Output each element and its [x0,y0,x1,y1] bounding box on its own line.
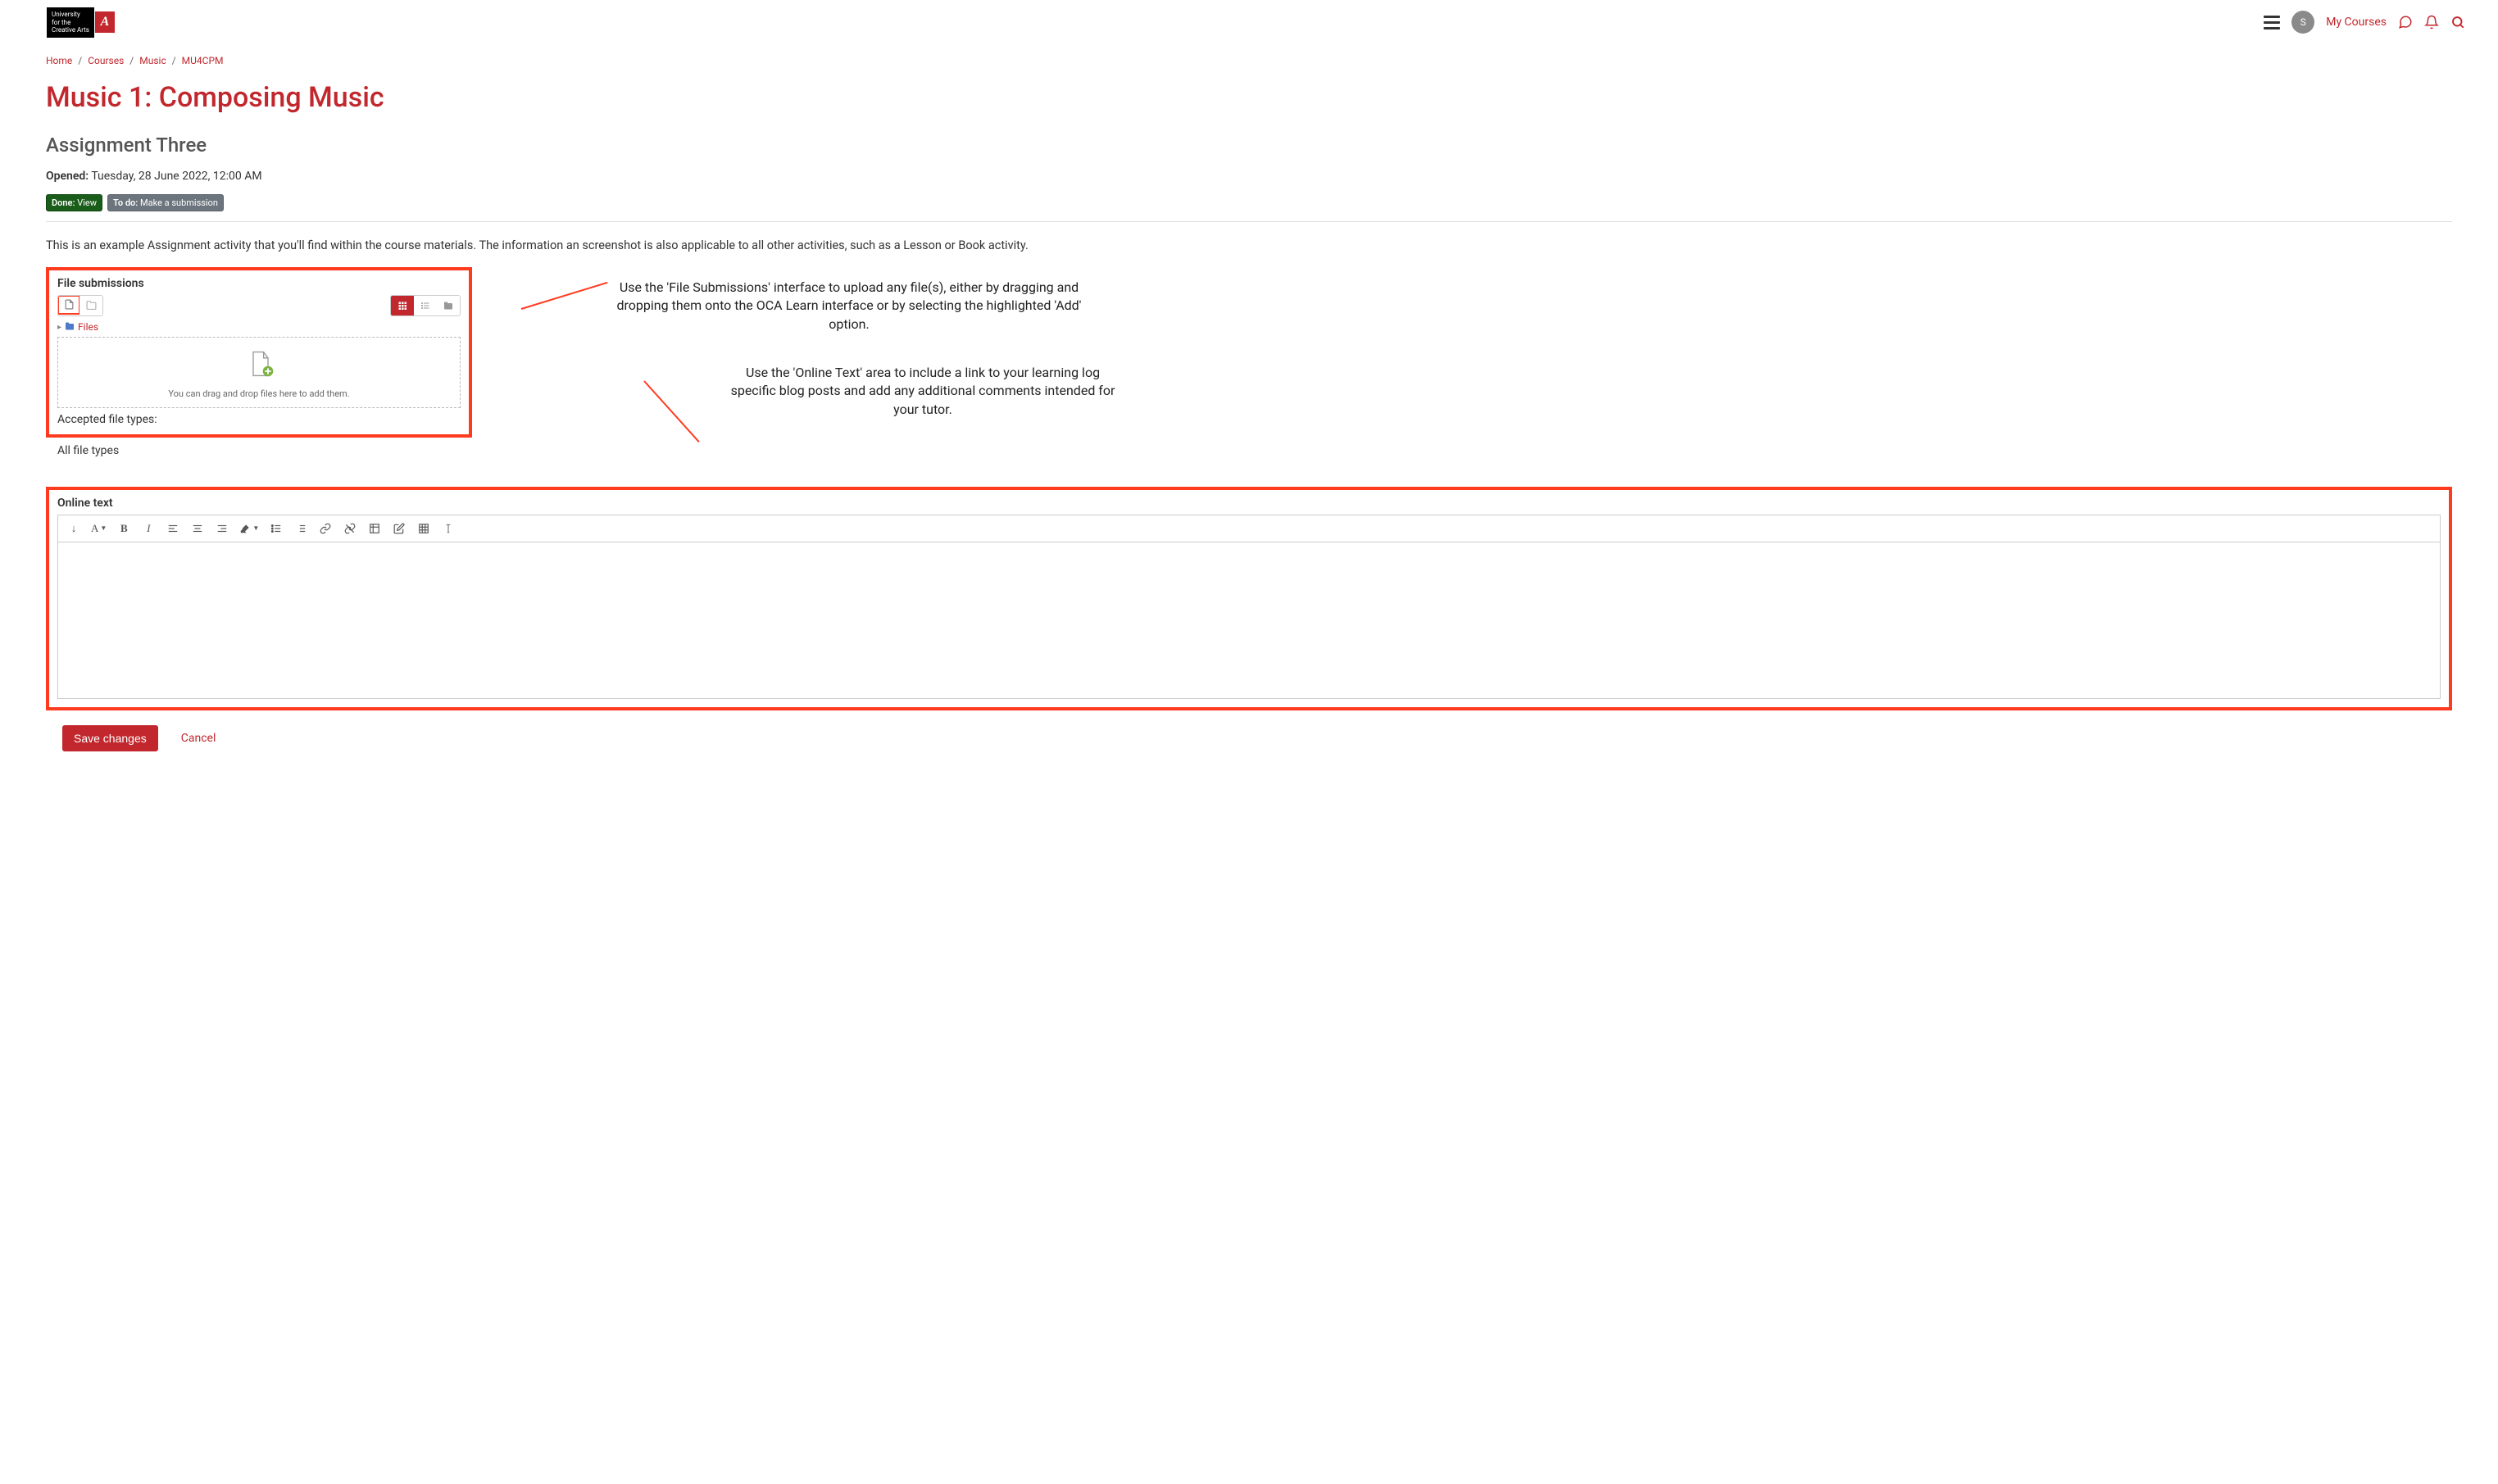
list-view-button[interactable] [414,296,437,315]
file-drop-zone[interactable]: You can drag and drop files here to add … [57,337,461,408]
chat-icon[interactable] [2398,15,2413,29]
file-submissions-label: File submissions [57,277,461,290]
bell-icon[interactable] [2424,15,2439,29]
all-file-types: All file types [57,444,2452,457]
files-root-link[interactable]: Files [78,321,98,333]
online-text-panel: Online text ↓ A▼ B I ▼ [46,487,2452,710]
text-editor: ↓ A▼ B I ▼ [57,515,2441,699]
table-icon[interactable] [413,520,434,538]
page-title: Music 1: Composing Music [46,81,2452,114]
logo-badge: A [95,11,115,33]
create-folder-button[interactable] [79,296,102,315]
unlink-icon[interactable] [339,520,361,538]
annotation-arrow [521,282,608,310]
menu-icon[interactable] [2264,16,2280,29]
search-icon[interactable] [2450,15,2465,29]
breadcrumb-item[interactable]: Music [139,55,166,66]
avatar[interactable]: S [2291,11,2314,34]
files-tree: ▸ Files [57,321,461,334]
annotation-file-submissions: Use the 'File Submissions' interface to … [529,279,1087,334]
upload-file-icon [246,349,272,375]
done-badge: Done: View [46,194,102,211]
my-courses-link[interactable]: My Courses [2326,16,2387,29]
breadcrumb: Home / Courses / Music / MU4CPM [46,55,2452,66]
align-center-icon[interactable] [187,520,208,538]
tree-view-button[interactable] [437,296,460,315]
breadcrumb-item[interactable]: Courses [88,55,124,66]
opened-info: Opened: Tuesday, 28 June 2022, 12:00 AM [46,170,2452,183]
assignment-description: This is an example Assignment activity t… [46,238,2452,252]
align-left-icon[interactable] [162,520,184,538]
todo-badge: To do: Make a submission [107,194,224,211]
divider [46,221,2452,222]
italic-icon[interactable]: I [138,520,159,538]
annotation-online-text: Use the 'Online Text' area to include a … [652,364,1120,419]
clear-format-icon[interactable] [438,520,459,538]
university-text-logo: University for the Creative Arts [46,7,95,39]
toolbar-toggle-icon[interactable]: ↓ [63,520,84,538]
grid-view-button[interactable] [391,296,414,315]
numbered-list-icon[interactable] [290,520,311,538]
edit-icon[interactable] [388,520,410,538]
editor-textarea[interactable] [58,542,2440,698]
folder-icon [65,321,75,334]
file-submissions-panel: File submissions [46,267,472,438]
equation-icon[interactable] [364,520,385,538]
online-text-label: Online text [57,497,2441,510]
site-logo[interactable]: University for the Creative Arts A [46,7,115,39]
cancel-button[interactable]: Cancel [181,732,216,745]
bullet-list-icon[interactable] [266,520,287,538]
drop-zone-text: You can drag and drop files here to add … [66,388,452,399]
align-right-icon[interactable] [211,520,233,538]
annotation-arrow [643,380,699,442]
breadcrumb-item[interactable]: Home [46,55,72,66]
add-file-button[interactable] [57,295,80,315]
accepted-types-label: Accepted file types: [57,413,461,426]
assignment-title: Assignment Three [46,134,2452,157]
tree-expand-icon[interactable]: ▸ [57,323,61,332]
breadcrumb-item[interactable]: MU4CPM [182,55,224,66]
paragraph-style-icon[interactable]: A▼ [88,520,110,538]
link-icon[interactable] [315,520,336,538]
highlight-icon[interactable]: ▼ [236,520,262,538]
bold-icon[interactable]: B [113,520,134,538]
save-button[interactable]: Save changes [62,725,158,751]
